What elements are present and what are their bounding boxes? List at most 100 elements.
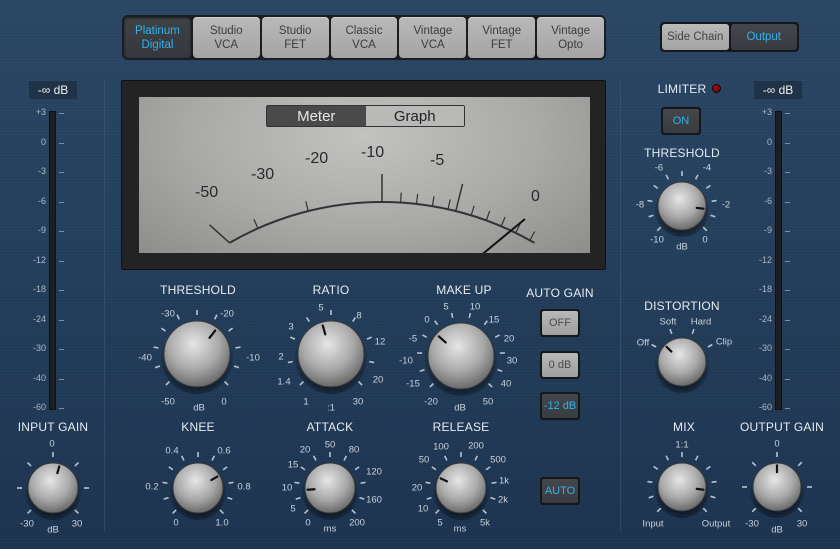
release-title: RELEASE: [432, 420, 490, 434]
knee-scale-label: 0.4: [165, 445, 179, 457]
model-label: Digital: [141, 38, 174, 51]
auto-release-label: AUTO: [542, 479, 578, 503]
make-up-scale-label: 50: [482, 396, 494, 408]
vu-scale-label: -5: [430, 152, 444, 169]
left-divider: [104, 80, 105, 532]
make-up-scale-label: -5: [408, 333, 418, 345]
release-tick: [431, 466, 437, 471]
distortion-tick: [651, 343, 657, 348]
limiter-threshold-knob-body[interactable]: [657, 181, 707, 231]
auto-gain-0db-button[interactable]: 0 dB: [540, 351, 580, 379]
make-up-scale-label: 40: [500, 378, 512, 390]
input-meter-scale-label: -6: [37, 195, 46, 206]
mix-tick: [702, 507, 708, 513]
limiter-threshold-pointer: [695, 206, 705, 210]
model-label: Studio: [209, 24, 243, 37]
input-gain-scale-label: -30: [20, 518, 34, 530]
model-vintage-fet[interactable]: Vintage FET: [468, 17, 536, 58]
model-studio-fet[interactable]: Studio FET: [261, 17, 329, 58]
knee-title: KNEE: [181, 420, 215, 434]
distortion-tick: [707, 343, 713, 348]
model-label: FET: [490, 38, 513, 51]
ratio-tick: [352, 316, 357, 323]
output-gain-scale-label: 30: [796, 518, 808, 530]
input-meter-scale-tick: [59, 349, 64, 350]
input-gain-tick: [74, 509, 80, 515]
knee-tick: [222, 466, 228, 471]
knee-scale-label: 0.6: [217, 445, 231, 457]
input-gain-tick: [26, 461, 32, 467]
input-gain-unit-label: dB: [47, 524, 59, 536]
threshold-tick: [233, 365, 240, 369]
knee-scale-label: 0: [173, 517, 179, 529]
input-meter-scale-tick: [59, 408, 64, 409]
model-classic-vca[interactable]: Classic VCA: [330, 17, 398, 58]
mix-tick: [665, 455, 670, 461]
knee-knob[interactable]: [153, 443, 243, 533]
distortion-knob-body[interactable]: [657, 337, 707, 387]
mix-knob-body[interactable]: [657, 462, 707, 512]
model-studio-vca[interactable]: Studio VCA: [192, 17, 260, 58]
attack-scale-label: 160: [366, 494, 382, 506]
model-platinum-digital[interactable]: Platinum Digital: [124, 17, 191, 58]
side-chain-button[interactable]: Side Chain: [662, 24, 729, 50]
threshold-knob[interactable]: [144, 301, 250, 407]
output-meter-scale-tick: [785, 260, 790, 262]
auto-gain-title: AUTO GAIN: [526, 286, 594, 300]
attack-knob-body[interactable]: [304, 462, 356, 514]
release-scale-label: 50: [418, 454, 430, 466]
vu-tick-minor: [305, 201, 309, 212]
limiter-threshold-tick: [694, 174, 699, 180]
ratio-scale-label: 2: [278, 351, 284, 363]
auto-gain-off-button[interactable]: OFF: [540, 309, 580, 337]
distortion-tick: [669, 328, 673, 335]
model-vintage-opto[interactable]: Vintage Opto: [537, 17, 605, 58]
threshold-tick: [154, 365, 161, 369]
model-label: FET: [284, 38, 307, 51]
release-tick: [482, 509, 488, 515]
limiter-on-label: ON: [663, 109, 699, 133]
mix-tick: [647, 480, 653, 484]
output-button[interactable]: Output: [730, 24, 797, 50]
threshold-tick: [176, 314, 181, 320]
input-meter-scale-label: -60: [32, 402, 46, 412]
limiter-on-button[interactable]: ON: [661, 107, 701, 135]
auto-release-button[interactable]: AUTO: [540, 477, 580, 505]
release-tick: [491, 481, 497, 484]
input-gain-tick: [26, 509, 32, 515]
output-meter-scale-tick: [785, 290, 790, 291]
ratio-knob[interactable]: [278, 301, 384, 407]
auto-gain-minus12db-label: -12 dB: [542, 394, 578, 418]
threshold-knob-body[interactable]: [163, 320, 231, 388]
limiter-threshold-tick: [705, 184, 711, 190]
threshold-tick: [213, 314, 218, 320]
ratio-scale-label: 20: [372, 374, 384, 386]
ratio-scale-label: 30: [352, 396, 364, 408]
output-meter-scale-tick: [785, 201, 790, 203]
vu-tick-major: [455, 183, 464, 212]
ratio-knob-body[interactable]: [297, 320, 365, 388]
make-up-tick: [421, 334, 428, 339]
limiter-threshold-scale-label: 0: [702, 234, 708, 246]
release-tick: [426, 496, 432, 500]
input-gain-knob-body[interactable]: [27, 462, 79, 514]
model-vintage-vca[interactable]: Vintage VCA: [399, 17, 467, 58]
attack-tick: [300, 466, 306, 471]
knee-knob-body[interactable]: [172, 462, 224, 514]
knee-scale-label: 0.2: [145, 481, 159, 493]
mix-tick: [656, 507, 662, 513]
knee-tick: [211, 455, 216, 461]
release-knob-body[interactable]: [435, 462, 487, 514]
mix-tick: [648, 495, 654, 499]
output-gain-tick: [751, 507, 757, 513]
make-up-tick: [468, 312, 472, 319]
compressor-model-selector: Platinum Digital Studio VCA Studio FET Clas…: [122, 15, 606, 60]
auto-gain-minus12db-button[interactable]: -12 dB: [540, 392, 580, 420]
vu-tick-minor: [400, 192, 402, 203]
distortion-scale-label: Off: [636, 337, 650, 349]
make-up-knob-body[interactable]: [427, 322, 495, 390]
model-label: Vintage: [482, 24, 522, 37]
output-meter-scale-tick: [785, 349, 790, 350]
threshold-tick: [224, 381, 229, 386]
distortion-knob[interactable]: [638, 318, 726, 406]
